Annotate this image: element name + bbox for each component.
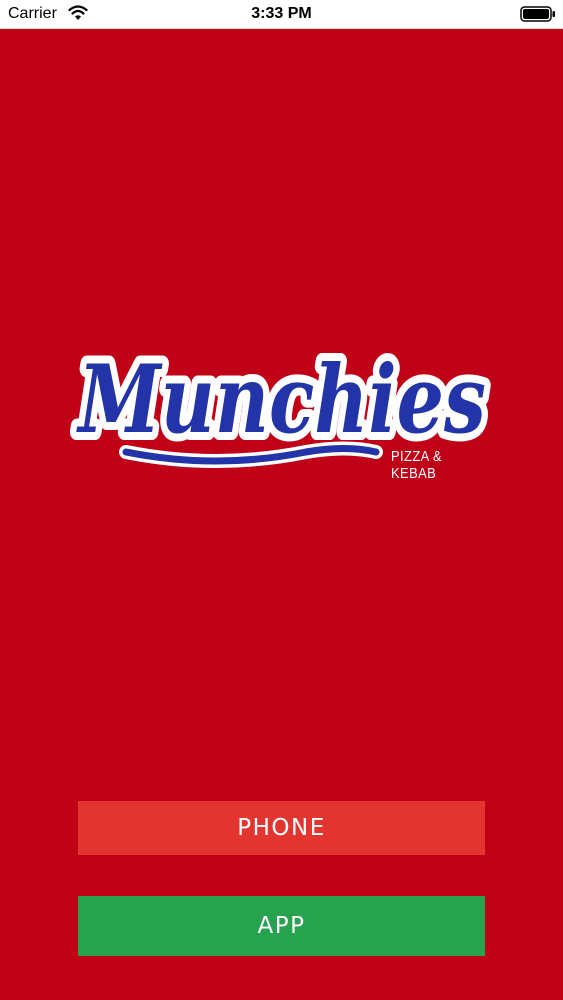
status-bar: Carrier 3:33 PM [0,0,563,29]
status-time: 3:33 PM [251,5,312,22]
logo-subtitle: PIZZA & KEBAB [391,448,443,482]
logo-word: Munchies [76,343,486,454]
battery-icon [520,6,555,22]
munchies-logo: Munchies Munchies PIZZA & KEBAB [66,320,496,490]
app-button[interactable]: APP [78,896,485,956]
phone-button[interactable]: PHONE [78,801,485,855]
